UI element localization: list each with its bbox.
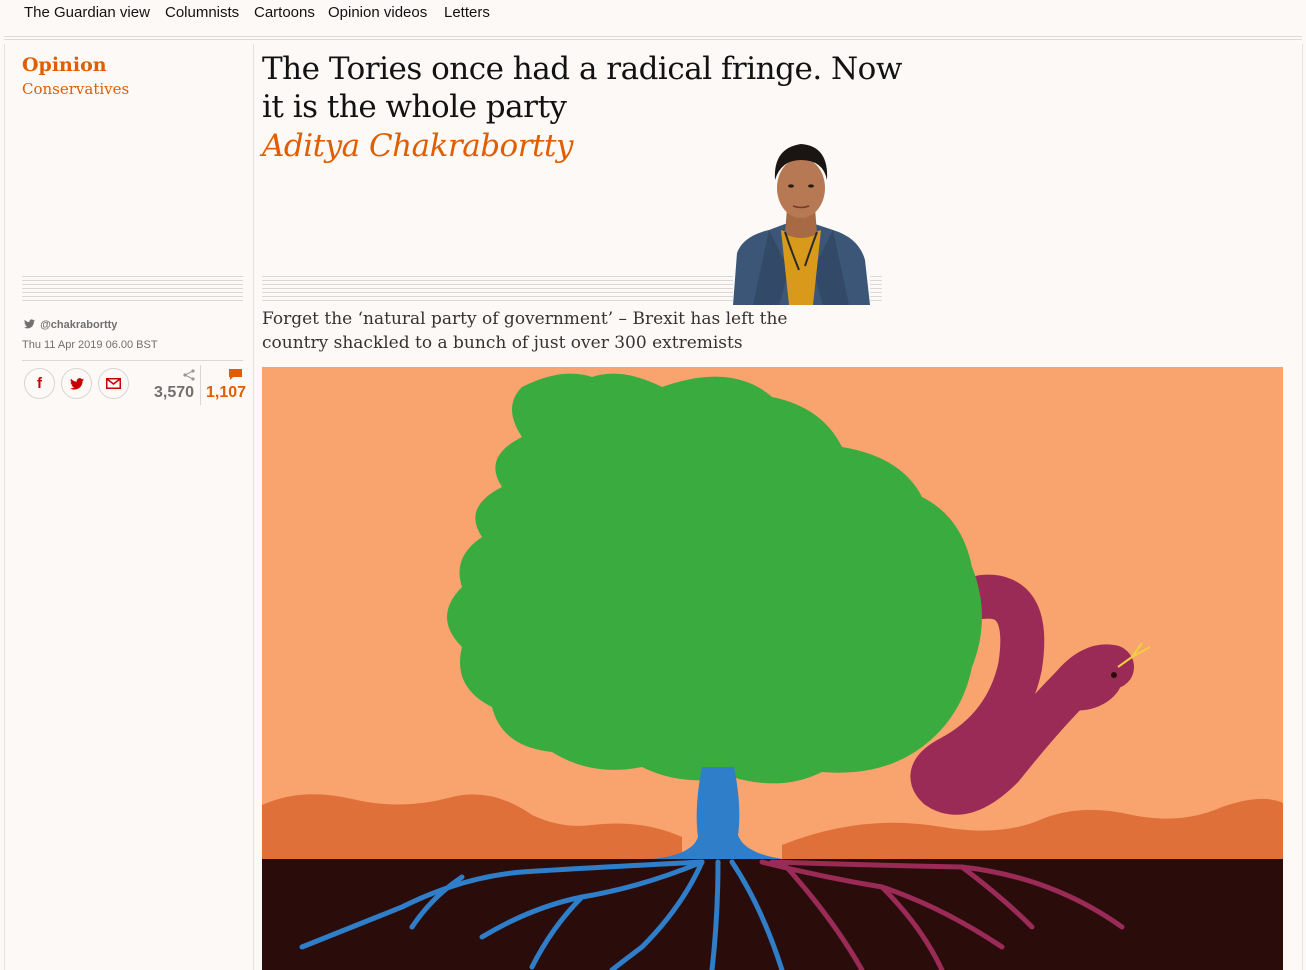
twitter-icon bbox=[69, 377, 84, 390]
opinion-subnav: The Guardian view Columnists Cartoons Op… bbox=[0, 0, 1306, 28]
left-border bbox=[4, 44, 5, 970]
article-headline: The Tories once had a radical fringe. No… bbox=[262, 51, 902, 125]
twitter-handle: @chakrabortty bbox=[40, 319, 118, 331]
comment-bubble-icon[interactable] bbox=[228, 368, 243, 381]
publish-date: Thu 11 Apr 2019 06.00 BST bbox=[22, 339, 158, 351]
author-portrait bbox=[733, 138, 870, 305]
share-email-button[interactable] bbox=[98, 368, 129, 399]
author-twitter[interactable]: @chakrabortty bbox=[24, 319, 117, 331]
envelope-icon bbox=[106, 378, 121, 389]
share-facebook-button[interactable]: f bbox=[24, 368, 55, 399]
share-icon bbox=[183, 369, 195, 381]
nav-opinion-videos[interactable]: Opinion videos bbox=[328, 4, 427, 21]
meta-rule-lines bbox=[22, 276, 243, 304]
series-label[interactable]: Conservatives bbox=[22, 80, 129, 98]
nav-columnists[interactable]: Columnists bbox=[165, 4, 239, 21]
comment-count[interactable]: 1,107 bbox=[206, 384, 246, 402]
section-label[interactable]: Opinion bbox=[22, 54, 107, 76]
count-divider bbox=[200, 365, 201, 405]
nav-letters[interactable]: Letters bbox=[444, 4, 490, 21]
facebook-icon: f bbox=[37, 375, 42, 392]
author-byline[interactable]: Aditya Chakrabortty bbox=[262, 128, 573, 164]
article-standfirst: Forget the ‘natural party of government’… bbox=[262, 309, 788, 353]
nav-guardian-view[interactable]: The Guardian view bbox=[24, 4, 150, 21]
column-divider bbox=[253, 44, 254, 970]
main-illustration bbox=[262, 367, 1283, 970]
right-border bbox=[1302, 44, 1303, 970]
share-twitter-button[interactable] bbox=[61, 368, 92, 399]
share-count: 3,570 bbox=[154, 384, 195, 401]
meta-separator bbox=[22, 360, 243, 361]
twitter-bird-icon bbox=[24, 319, 35, 329]
nav-cartoons[interactable]: Cartoons bbox=[254, 4, 315, 21]
header-divider bbox=[4, 36, 1302, 40]
